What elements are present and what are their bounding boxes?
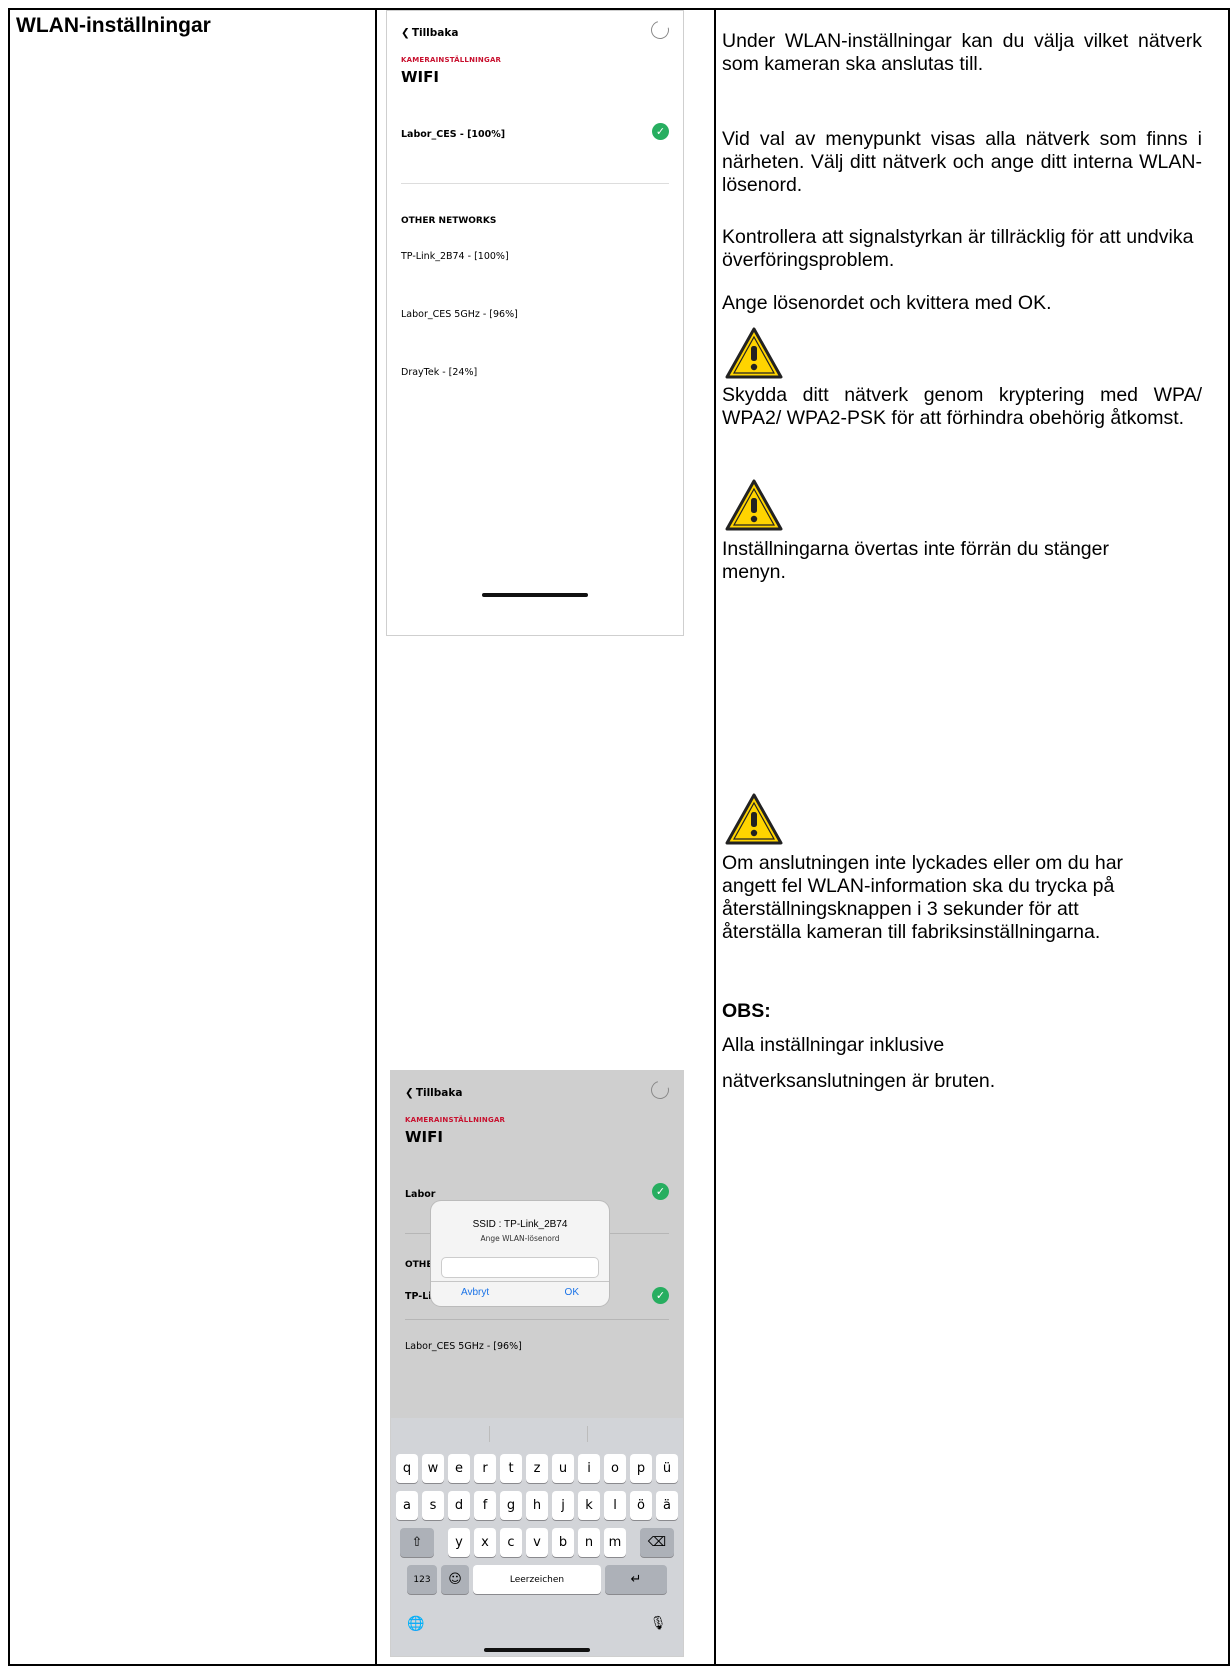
network-item[interactable]: DrayTek - [24%] xyxy=(401,367,477,378)
password-dialog: SSID : TP-Link_2B74 Ange WLAN-lösenord A… xyxy=(431,1201,609,1306)
key-n[interactable]: n xyxy=(578,1528,600,1557)
description-paragraph: Kontrollera att signalstyrkan är tillräc… xyxy=(722,226,1194,271)
home-indicator xyxy=(484,1648,590,1652)
back-button[interactable]: ❮ Tillbaka xyxy=(401,27,458,39)
key-ö[interactable]: ö xyxy=(630,1491,652,1520)
column-divider xyxy=(375,10,377,1664)
suggestion-bar xyxy=(391,1423,683,1445)
keyboard-row: qwertzuiopü xyxy=(391,1454,683,1483)
settings-kicker: KAMERAINSTÄLLNINGAR xyxy=(401,56,502,64)
chevron-left-icon: ❮ xyxy=(401,27,410,39)
network-item[interactable]: TP-Link_2B74 - [100%] xyxy=(401,251,509,262)
key-w[interactable]: w xyxy=(422,1454,444,1483)
key-d[interactable]: d xyxy=(448,1491,470,1520)
ok-button[interactable]: OK xyxy=(565,1287,579,1298)
connected-network[interactable]: Labor_CES - [100%] xyxy=(401,129,505,140)
keyboard-row: asdfghjklöä xyxy=(391,1491,683,1520)
warning-icon xyxy=(725,327,783,379)
check-icon: ✓ xyxy=(652,1287,669,1304)
key-o[interactable]: o xyxy=(604,1454,626,1483)
dialog-subtitle: Ange WLAN-lösenord xyxy=(480,1234,560,1243)
phone-screenshot-wifi-list: ❮ Tillbaka KAMERAINSTÄLLNINGAR WIFI Labor… xyxy=(386,10,684,636)
screen-title: WIFI xyxy=(405,1128,443,1146)
on-screen-keyboard: qwertzuiopü asdfghjklöä ⇧ yxcvbnm ⌫ 123 … xyxy=(391,1418,683,1656)
key-ü[interactable]: ü xyxy=(656,1454,678,1483)
phone-screenshot-password-dialog: ❮ Tillbaka KAMERAINSTÄLLNINGAR WIFI Labor… xyxy=(390,1070,684,1657)
key-u[interactable]: u xyxy=(552,1454,574,1483)
key-b[interactable]: b xyxy=(552,1528,574,1557)
space-key[interactable]: Leerzeichen xyxy=(473,1565,601,1594)
refresh-icon[interactable] xyxy=(647,1077,673,1103)
note-heading: OBS: xyxy=(722,1000,771,1022)
key-ä[interactable]: ä xyxy=(656,1491,678,1520)
key-z[interactable]: z xyxy=(526,1454,548,1483)
key-g[interactable]: g xyxy=(500,1491,522,1520)
connected-network-partial: Labor xyxy=(405,1189,436,1200)
back-label: Tillbaka xyxy=(411,27,459,39)
key-f[interactable]: f xyxy=(474,1491,496,1520)
warning-icon xyxy=(725,479,783,531)
microphone-icon[interactable]: 🎙 xyxy=(647,1609,669,1638)
key-t[interactable]: t xyxy=(500,1454,522,1483)
network-item[interactable]: Labor_CES 5GHz - [96%] xyxy=(401,309,518,320)
divider xyxy=(401,183,669,184)
key-i[interactable]: i xyxy=(578,1454,600,1483)
divider xyxy=(405,1319,669,1320)
key-e[interactable]: e xyxy=(448,1454,470,1483)
note-text: nätverksanslutningen är bruten. xyxy=(722,1070,996,1092)
password-input[interactable] xyxy=(441,1257,599,1278)
settings-kicker: KAMERAINSTÄLLNINGAR xyxy=(405,1116,506,1124)
shift-key[interactable]: ⇧ xyxy=(400,1528,434,1557)
other-networks-header: OTHER NETWORKS xyxy=(401,216,497,226)
dialog-title: SSID : TP-Link_2B74 xyxy=(472,1219,568,1230)
key-q[interactable]: q xyxy=(396,1454,418,1483)
check-icon: ✓ xyxy=(652,1183,669,1200)
key-s[interactable]: s xyxy=(422,1491,444,1520)
key-r[interactable]: r xyxy=(474,1454,496,1483)
screen-title: WIFI xyxy=(401,68,439,86)
key-y[interactable]: y xyxy=(448,1528,470,1557)
key-a[interactable]: a xyxy=(396,1491,418,1520)
key-x[interactable]: x xyxy=(474,1528,496,1557)
refresh-icon[interactable] xyxy=(647,17,673,43)
key-h[interactable]: h xyxy=(526,1491,548,1520)
cancel-button[interactable]: Avbryt xyxy=(461,1287,489,1298)
back-label: Tillbaka xyxy=(415,1087,463,1099)
chevron-left-icon: ❮ xyxy=(405,1087,414,1099)
keyboard-row: ⇧ yxcvbnm ⌫ xyxy=(391,1528,683,1557)
column-divider xyxy=(714,10,716,1664)
network-item[interactable]: Labor_CES 5GHz - [96%] xyxy=(405,1341,522,1352)
note-text: Alla inställningar inklusive xyxy=(722,1034,945,1056)
key-c[interactable]: c xyxy=(500,1528,522,1557)
check-icon: ✓ xyxy=(652,123,669,140)
description-paragraph: Ange lösenordet och kvittera med OK. xyxy=(722,292,1052,314)
globe-icon[interactable]: 🌐 xyxy=(405,1609,427,1638)
warning-icon xyxy=(725,793,783,845)
key-p[interactable]: p xyxy=(630,1454,652,1483)
description-paragraph: Vid val av menypunkt visas alla nätverk … xyxy=(722,128,1202,196)
backspace-key[interactable]: ⌫ xyxy=(640,1528,674,1557)
key-v[interactable]: v xyxy=(526,1528,548,1557)
key-l[interactable]: l xyxy=(604,1491,626,1520)
warning-text: Inställningarna övertas inte förrän du s… xyxy=(722,538,1109,583)
key-m[interactable]: m xyxy=(604,1528,626,1557)
key-j[interactable]: j xyxy=(552,1491,574,1520)
warning-text: Om anslutningen inte lyckades eller om d… xyxy=(722,852,1124,943)
dialog-divider xyxy=(431,1281,609,1282)
key-k[interactable]: k xyxy=(578,1491,600,1520)
section-title: WLAN-inställningar xyxy=(16,14,211,37)
return-key[interactable]: ↵ xyxy=(605,1565,667,1594)
numbers-key[interactable]: 123 xyxy=(407,1565,437,1594)
home-indicator xyxy=(482,593,588,597)
emoji-icon[interactable]: ☺ xyxy=(441,1565,469,1594)
keyboard-row: 123 ☺ Leerzeichen ↵ xyxy=(391,1565,683,1594)
back-button[interactable]: ❮ Tillbaka xyxy=(405,1087,462,1099)
warning-text: Skydda ditt nätverk genom kryptering med… xyxy=(722,384,1202,429)
description-intro: Under WLAN-inställningar kan du välja vi… xyxy=(722,30,1202,75)
